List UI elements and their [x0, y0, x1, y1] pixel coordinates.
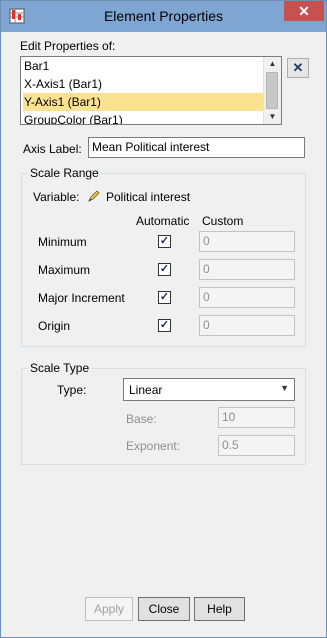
- list-item[interactable]: Y-Axis1 (Bar1): [23, 93, 266, 111]
- listbox-scrollbar[interactable]: ▲ ▼: [263, 57, 281, 124]
- maximum-custom-input[interactable]: 0: [199, 259, 295, 280]
- minimum-automatic-checkbox[interactable]: ✓: [158, 235, 171, 248]
- window-title: Element Properties: [103, 8, 224, 24]
- list-item[interactable]: Bar1: [23, 57, 266, 75]
- window-close-button[interactable]: ✕: [284, 1, 324, 21]
- scale-type-select[interactable]: Linear ▼: [123, 378, 295, 401]
- variable-value: Political interest: [106, 190, 191, 204]
- scroll-down-icon[interactable]: ▼: [264, 110, 281, 124]
- chevron-down-icon: ▼: [280, 383, 289, 393]
- scale-variable-icon: [88, 190, 100, 202]
- title-bar[interactable]: Element Properties ✕: [1, 1, 326, 32]
- help-button[interactable]: Help: [194, 597, 245, 621]
- elements-listbox[interactable]: Bar1 X-Axis1 (Bar1) Y-Axis1 (Bar1) GroupCol…: [20, 56, 282, 125]
- delete-element-button[interactable]: ✕: [287, 58, 309, 78]
- origin-label: Origin: [38, 319, 71, 333]
- minimum-label: Minimum: [38, 235, 87, 249]
- edit-properties-label: Edit Properties of:: [20, 39, 116, 53]
- major-increment-label: Major Increment: [38, 291, 125, 305]
- maximum-automatic-checkbox[interactable]: ✓: [158, 263, 171, 276]
- major-increment-custom-input[interactable]: 0: [199, 287, 295, 308]
- custom-header: Custom: [202, 214, 244, 228]
- variable-label: Variable:: [33, 190, 80, 204]
- scroll-up-icon[interactable]: ▲: [264, 57, 281, 71]
- maximum-label: Maximum: [38, 263, 91, 277]
- list-item[interactable]: GroupColor (Bar1): [23, 111, 266, 124]
- close-button[interactable]: Close: [138, 597, 190, 621]
- base-label: Base:: [126, 412, 157, 426]
- minimum-custom-input[interactable]: 0: [199, 231, 295, 252]
- axis-label-input[interactable]: Mean Political interest: [88, 137, 305, 158]
- element-properties-dialog: Element Properties ✕ Edit Properties of:…: [0, 0, 327, 638]
- origin-custom-input[interactable]: 0: [199, 315, 295, 336]
- list-item[interactable]: X-Axis1 (Bar1): [23, 75, 266, 93]
- scale-type-value: Linear: [129, 383, 163, 397]
- scroll-thumb[interactable]: [266, 72, 278, 109]
- scale-range-legend: Scale Range: [28, 166, 101, 180]
- base-input[interactable]: 10: [218, 407, 295, 428]
- apply-button[interactable]: Apply: [85, 597, 133, 621]
- origin-automatic-checkbox[interactable]: ✓: [158, 319, 171, 332]
- exponent-input[interactable]: 0.5: [218, 435, 295, 456]
- axis-label-label: Axis Label:: [23, 142, 82, 156]
- scale-type-legend: Scale Type: [28, 361, 92, 375]
- type-label: Type:: [57, 383, 87, 397]
- major-increment-automatic-checkbox[interactable]: ✓: [158, 291, 171, 304]
- exponent-label: Exponent:: [126, 439, 181, 453]
- automatic-header: Automatic: [136, 214, 190, 228]
